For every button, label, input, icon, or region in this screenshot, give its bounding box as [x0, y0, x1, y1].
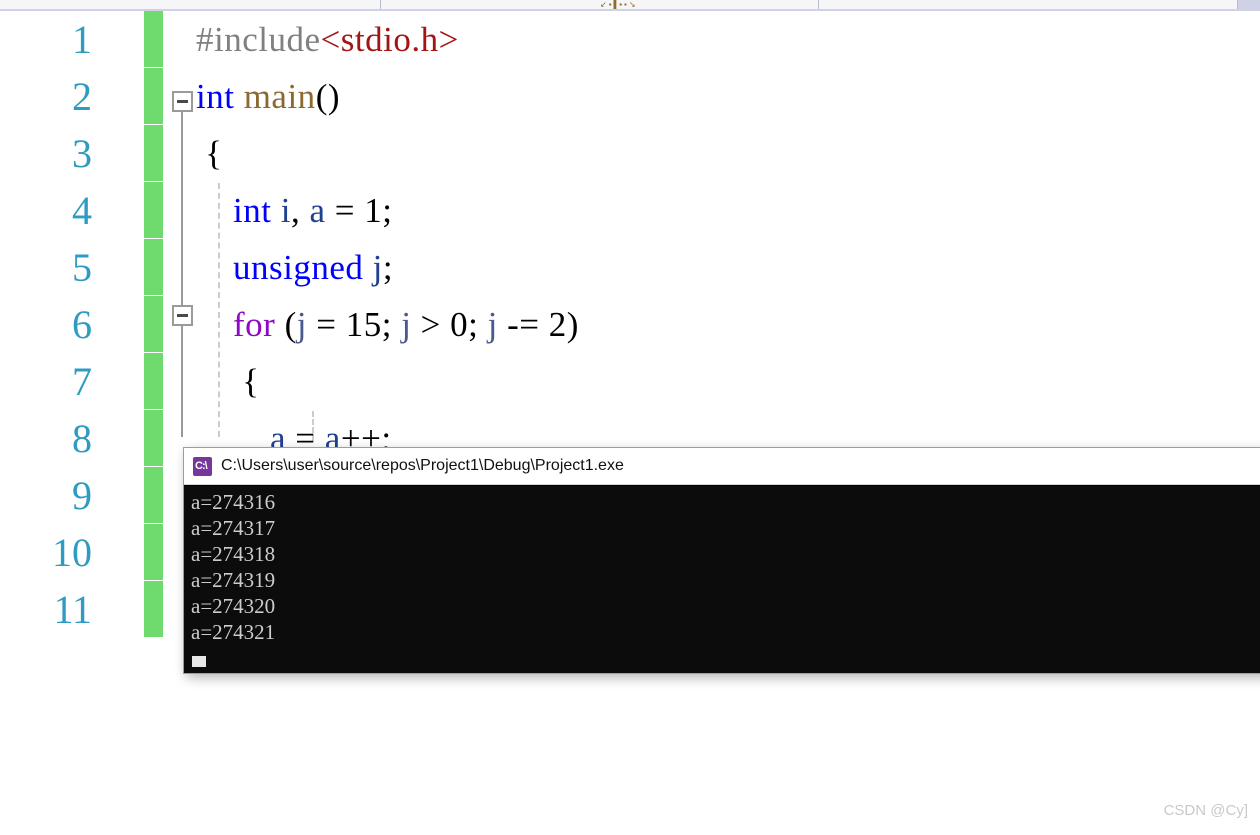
console-cursor [192, 656, 206, 667]
code-token: j [401, 305, 412, 344]
console-output-line: a=274319 [191, 568, 276, 592]
code-token: > [411, 305, 451, 344]
console-output-line: a=274321 [191, 620, 276, 644]
code-token: -= [497, 305, 549, 344]
console-title-text: C:\Users\user\source\repos\Project1\Debu… [221, 457, 624, 474]
line-number: 5 [72, 245, 92, 290]
code-line[interactable]: #include<stdio.h> [196, 11, 459, 68]
line-number: 6 [72, 302, 92, 347]
line-number-gutter: 1 2 3 4 5 6 7 8 9 10 11 [0, 11, 120, 835]
change-bar-segment [144, 125, 163, 182]
line-number: 7 [72, 359, 92, 404]
csdn-watermark: CSDN @Cy] [1163, 802, 1248, 819]
line-number: 1 [72, 17, 92, 62]
console-output-area[interactable]: a=274316 a=274317 a=274318 a=274319 a=274320… [184, 486, 1260, 673]
code-token: a [309, 191, 326, 230]
code-token: i [280, 191, 291, 230]
code-token: j [372, 248, 383, 287]
code-line[interactable]: unsigned j; [196, 239, 393, 296]
code-token: int [233, 191, 272, 230]
line-number: 8 [72, 416, 92, 461]
console-window[interactable]: C:\ C:\Users\user\source\repos\Project1\… [183, 447, 1260, 674]
code-token: ; [382, 248, 394, 287]
code-token: int [196, 77, 235, 116]
collapse-toggle-for[interactable] [172, 305, 193, 326]
chrome-panel-left [0, 0, 381, 9]
change-bar-segment [144, 467, 163, 524]
collapse-toggle-main[interactable] [172, 91, 193, 112]
code-token: for [233, 305, 276, 344]
console-output-line: a=274318 [191, 542, 276, 566]
change-indicator-bar [144, 11, 163, 638]
line-number: 9 [72, 473, 92, 518]
line-number: 2 [72, 74, 92, 119]
line-number: 11 [53, 587, 92, 632]
chrome-toolbar-glyphs: ↙ ▪ ▌▪ ▪ ↘ [600, 0, 636, 9]
change-bar-segment [144, 182, 163, 239]
code-token: = [306, 305, 346, 344]
outline-vertical-line-main [181, 112, 183, 437]
line-number: 10 [52, 530, 92, 575]
code-token: ( [275, 305, 297, 344]
change-bar-segment [144, 11, 163, 68]
top-chrome-strip: ↙ ▪ ▌▪ ▪ ↘ [0, 0, 1260, 11]
console-output-line: a=274320 [191, 594, 276, 618]
console-output-line: a=274317 [191, 516, 276, 540]
change-bar-segment [144, 353, 163, 410]
code-token: () [315, 77, 340, 116]
code-token: <stdio.h> [320, 20, 459, 59]
console-icon-label: C:\ [195, 459, 208, 472]
code-token: = [325, 191, 365, 230]
change-bar-segment [144, 296, 163, 353]
change-bar-segment [144, 239, 163, 296]
code-token: #include [196, 20, 321, 59]
console-output-line: a=274316 [191, 490, 276, 514]
line-number: 3 [72, 131, 92, 176]
code-line[interactable]: { [196, 353, 260, 410]
code-editor[interactable]: 1 2 3 4 5 6 7 8 9 10 11 #include<stdio.h> int main(… [0, 11, 1260, 835]
code-line[interactable]: for (j = 15; j > 0; j -= 2) [196, 296, 579, 353]
code-token: ; [468, 305, 488, 344]
code-token: j [487, 305, 498, 344]
change-bar-segment [144, 68, 163, 125]
code-line[interactable]: { [196, 125, 223, 182]
code-token: 15 [345, 305, 382, 344]
console-app-icon: C:\ [193, 456, 212, 476]
chrome-panel-right [819, 0, 1238, 9]
code-token: { [196, 134, 223, 173]
code-token: ; [381, 305, 402, 344]
code-line[interactable]: int main() [196, 68, 340, 125]
change-bar-segment [144, 410, 163, 467]
code-token: unsigned [233, 248, 364, 287]
code-token: ; [382, 191, 393, 230]
code-token: { [196, 362, 260, 401]
code-token: ) [566, 305, 579, 344]
console-titlebar[interactable]: C:\ C:\Users\user\source\repos\Project1\… [184, 448, 1260, 485]
change-bar-segment [144, 524, 163, 581]
line-number: 4 [72, 188, 92, 233]
change-bar-segment [144, 581, 163, 638]
code-line[interactable]: int i, a = 1; [196, 182, 392, 239]
code-token: j [296, 305, 307, 344]
code-token: 2 [548, 305, 567, 344]
code-token: 0 [450, 305, 469, 344]
screen-root: ↙ ▪ ▌▪ ▪ ↘ 1 2 3 4 5 6 7 8 9 10 11 #include<stdio.… [0, 0, 1260, 835]
code-token: , [290, 191, 310, 230]
code-token: main [243, 77, 316, 116]
code-token: 1 [364, 191, 383, 230]
